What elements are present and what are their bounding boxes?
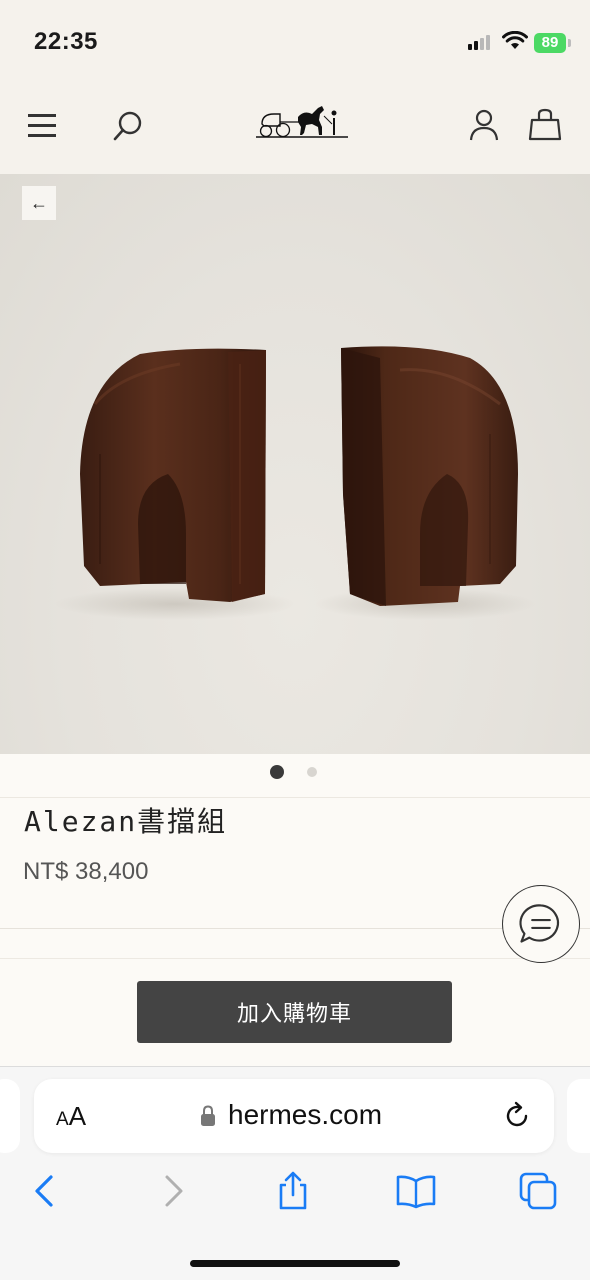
chat-bubble-icon <box>519 904 560 943</box>
text-size-large-a: A <box>68 1101 87 1131</box>
bookmarks-icon[interactable] <box>396 1171 436 1211</box>
battery-tip <box>568 39 571 47</box>
account-icon[interactable] <box>468 108 500 142</box>
back-button[interactable]: ← <box>22 186 56 220</box>
text-size-small-a: A <box>56 1109 69 1130</box>
add-to-cart-bar: 加入購物車 <box>0 958 590 1066</box>
back-icon[interactable] <box>26 1171 66 1211</box>
url-text: hermes.com <box>228 1099 383 1130</box>
reload-icon[interactable] <box>502 1101 532 1131</box>
add-to-cart-button[interactable]: 加入購物車 <box>137 981 452 1043</box>
forward-icon[interactable] <box>152 1171 192 1211</box>
carousel-dot-active[interactable] <box>270 765 284 779</box>
battery-level: 89 <box>534 33 566 53</box>
chat-button[interactable] <box>502 885 580 963</box>
browser-bar: AA hermes.com <box>0 1066 590 1280</box>
tabs-icon[interactable] <box>518 1171 558 1211</box>
carousel-pagination <box>0 754 590 798</box>
lock-icon <box>201 1105 215 1126</box>
shopping-bag-icon[interactable] <box>528 108 562 142</box>
search-icon[interactable] <box>112 110 144 142</box>
share-icon[interactable] <box>273 1171 313 1211</box>
cellular-signal-icon <box>468 34 494 50</box>
status-time: 22:35 <box>34 28 98 55</box>
site-header <box>0 78 590 174</box>
previous-tab-preview[interactable] <box>0 1079 20 1153</box>
text-size-button[interactable]: AA <box>56 1101 86 1132</box>
battery-charging-icon: 89 <box>534 33 572 53</box>
bookends-product-photo <box>55 346 535 620</box>
next-tab-preview[interactable] <box>567 1079 590 1153</box>
home-indicator[interactable] <box>190 1260 400 1267</box>
carousel-dot[interactable] <box>307 767 317 777</box>
menu-icon[interactable] <box>28 114 58 138</box>
address-bar[interactable]: AA hermes.com <box>34 1079 554 1153</box>
product-title: Alezan書擋組 <box>24 805 228 838</box>
product-image-carousel[interactable]: ← <box>0 174 590 754</box>
status-bar: 22:35 89 <box>0 0 590 78</box>
wifi-icon <box>502 31 528 49</box>
hermes-carriage-logo[interactable] <box>252 100 352 144</box>
product-price: NT$ 38,400 <box>23 858 149 885</box>
